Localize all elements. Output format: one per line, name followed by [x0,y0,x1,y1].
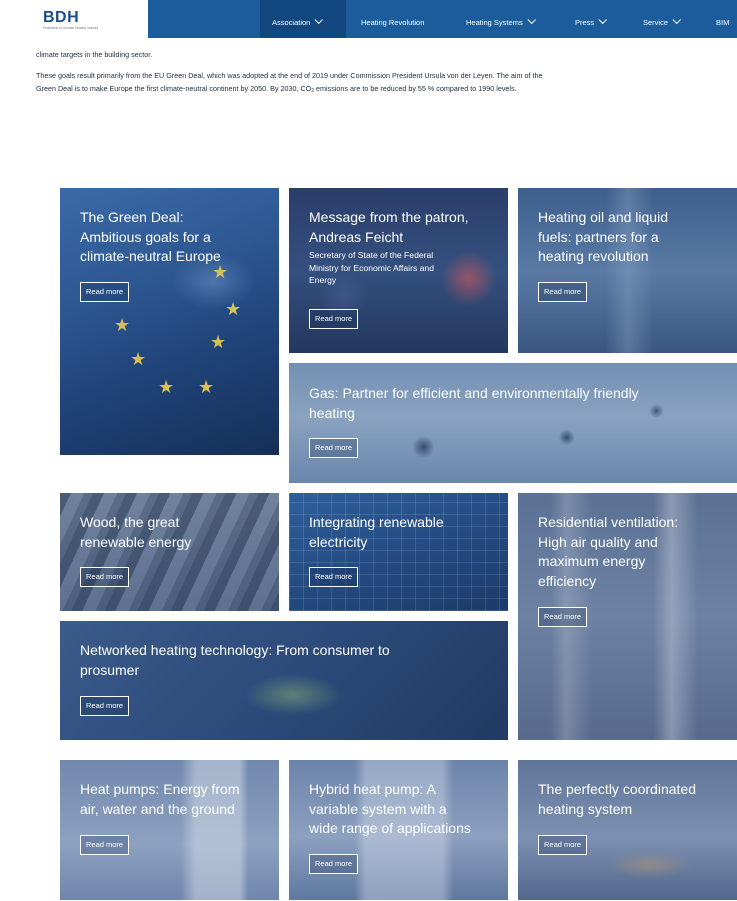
tile-title: Wood, the great [80,514,180,530]
solar-panels-image [289,493,508,611]
tile-wood[interactable]: Wood, the great renewable energy Read mo… [60,493,279,611]
tile-networked-heating[interactable]: Networked heating technology: From consu… [60,621,508,740]
intro-line: climate targets in the building sector. [36,50,153,59]
intro-line: Green Deal is to make Europe the first c… [36,82,517,98]
nav-item-bim[interactable]: BIM [716,18,729,27]
tile-title: electricity [309,533,368,550]
star-icon: ★ [210,332,227,352]
tile-title: climate-neutral Europe [80,248,221,264]
intro-text: Green Deal is to make Europe the first c… [36,84,312,93]
nav-item-label: Heating Systems [466,18,523,27]
image-overlay [289,363,737,483]
tile-title: variable system with a [309,800,447,817]
read-more-button[interactable]: Read more [538,607,588,627]
tile-title: maximum energy [538,553,646,569]
tile-title: The perfectly coordinated [538,781,696,797]
tile-title: The Green Deal: [80,209,184,225]
nav-item-press[interactable]: Press [575,15,608,27]
tile-patron-message[interactable]: Message from the patron, Andreas Feicht … [289,188,508,353]
nav-item-label: Association [272,18,311,27]
read-more-button[interactable]: Read more [538,835,588,855]
tile-title: heating system [538,800,633,817]
tile-title: renewable energy [80,533,192,550]
logo-text[interactable]: BDH [43,9,79,27]
read-more-button[interactable]: Read more [309,854,359,874]
nav-item-heating-systems[interactable]: Heating Systems [466,15,536,27]
read-more-button[interactable]: Read more [80,835,130,855]
tile-subtitle: Ministry for Economic Affairs and [309,262,434,273]
tile-title: Message from the patron, [309,209,469,225]
tile-green-deal[interactable]: ★ ★ ★ ★ ★ ★ ★ The Green Deal: Ambitious … [60,188,279,455]
logo-subtitle: Federation of German Heating Industry [43,26,99,30]
tile-title: Gas: Partner for efficient and environme… [309,385,639,401]
read-more-button[interactable]: Read more [309,309,359,329]
intro-text: emissions are to be reduced by 55 % comp… [314,84,517,93]
tile-title: heating [309,404,355,421]
star-icon: ★ [130,349,147,369]
firewood-image [60,493,279,611]
read-more-button[interactable]: Read more [309,438,359,458]
tile-title: Andreas Feicht [309,228,404,245]
nav-item-label: Service [643,18,669,27]
star-icon: ★ [158,377,175,397]
tile-hybrid-heat-pump[interactable]: Hybrid heat pump: A variable system with… [289,760,508,900]
nav-item-service[interactable]: Service [643,15,681,27]
tile-subtitle: Secretary of State of the Federal [309,250,434,260]
tile-heat-pumps[interactable]: Heat pumps: Energy from air, water and t… [60,760,279,900]
read-more-button[interactable]: Read more [309,567,359,587]
tile-title: fuels: partners for a [538,228,659,245]
tile-title: Residential ventilation: [538,514,679,530]
tile-renewable-electricity[interactable]: Integrating renewable electricity Read m… [289,493,508,611]
star-icon: ★ [225,299,242,319]
tile-residential-ventilation[interactable]: Residential ventilation: High air qualit… [518,493,737,740]
nav-item-label: BIM [716,18,730,27]
tile-subtitle: Energy [309,275,337,285]
star-icon: ★ [198,377,215,397]
tile-title: prosumer [80,661,140,678]
read-more-button[interactable]: Read more [80,567,130,587]
intro-line: These goals result primarily from the EU… [36,71,543,80]
read-more-button[interactable]: Read more [80,282,130,302]
tile-title: Integrating renewable [309,514,444,530]
nav-item-label: Heating Revolution [361,18,425,27]
tile-title: air, water and the ground [80,800,235,817]
tile-title: Heat pumps: Energy from [80,781,240,797]
tile-gas[interactable]: Gas: Partner for efficient and environme… [289,363,737,483]
tile-title: wide range of applications [309,820,471,836]
tile-title: heating revolution [538,248,649,264]
tile-coordinated-heating[interactable]: The perfectly coordinated heating system… [518,760,737,900]
tile-title: Hybrid heat pump: A [309,781,436,797]
nav-item-label: Press [575,18,595,27]
tile-title: Heating oil and liquid [538,209,668,225]
read-more-button[interactable]: Read more [538,282,588,302]
read-more-button[interactable]: Read more [80,696,130,716]
nav-item-association[interactable]: Association [272,15,324,27]
tile-title: Networked heating technology: From consu… [80,642,390,658]
tile-heating-oil[interactable]: Heating oil and liquid fuels: partners f… [518,188,737,353]
smart-control-image [60,621,508,740]
tile-title: High air quality and [538,533,658,550]
nav-item-heating-revolution[interactable]: Heating Revolution [361,18,424,27]
tile-title: Ambitious goals for a [80,228,211,245]
star-icon: ★ [114,315,131,335]
tile-title: efficiency [538,572,597,589]
